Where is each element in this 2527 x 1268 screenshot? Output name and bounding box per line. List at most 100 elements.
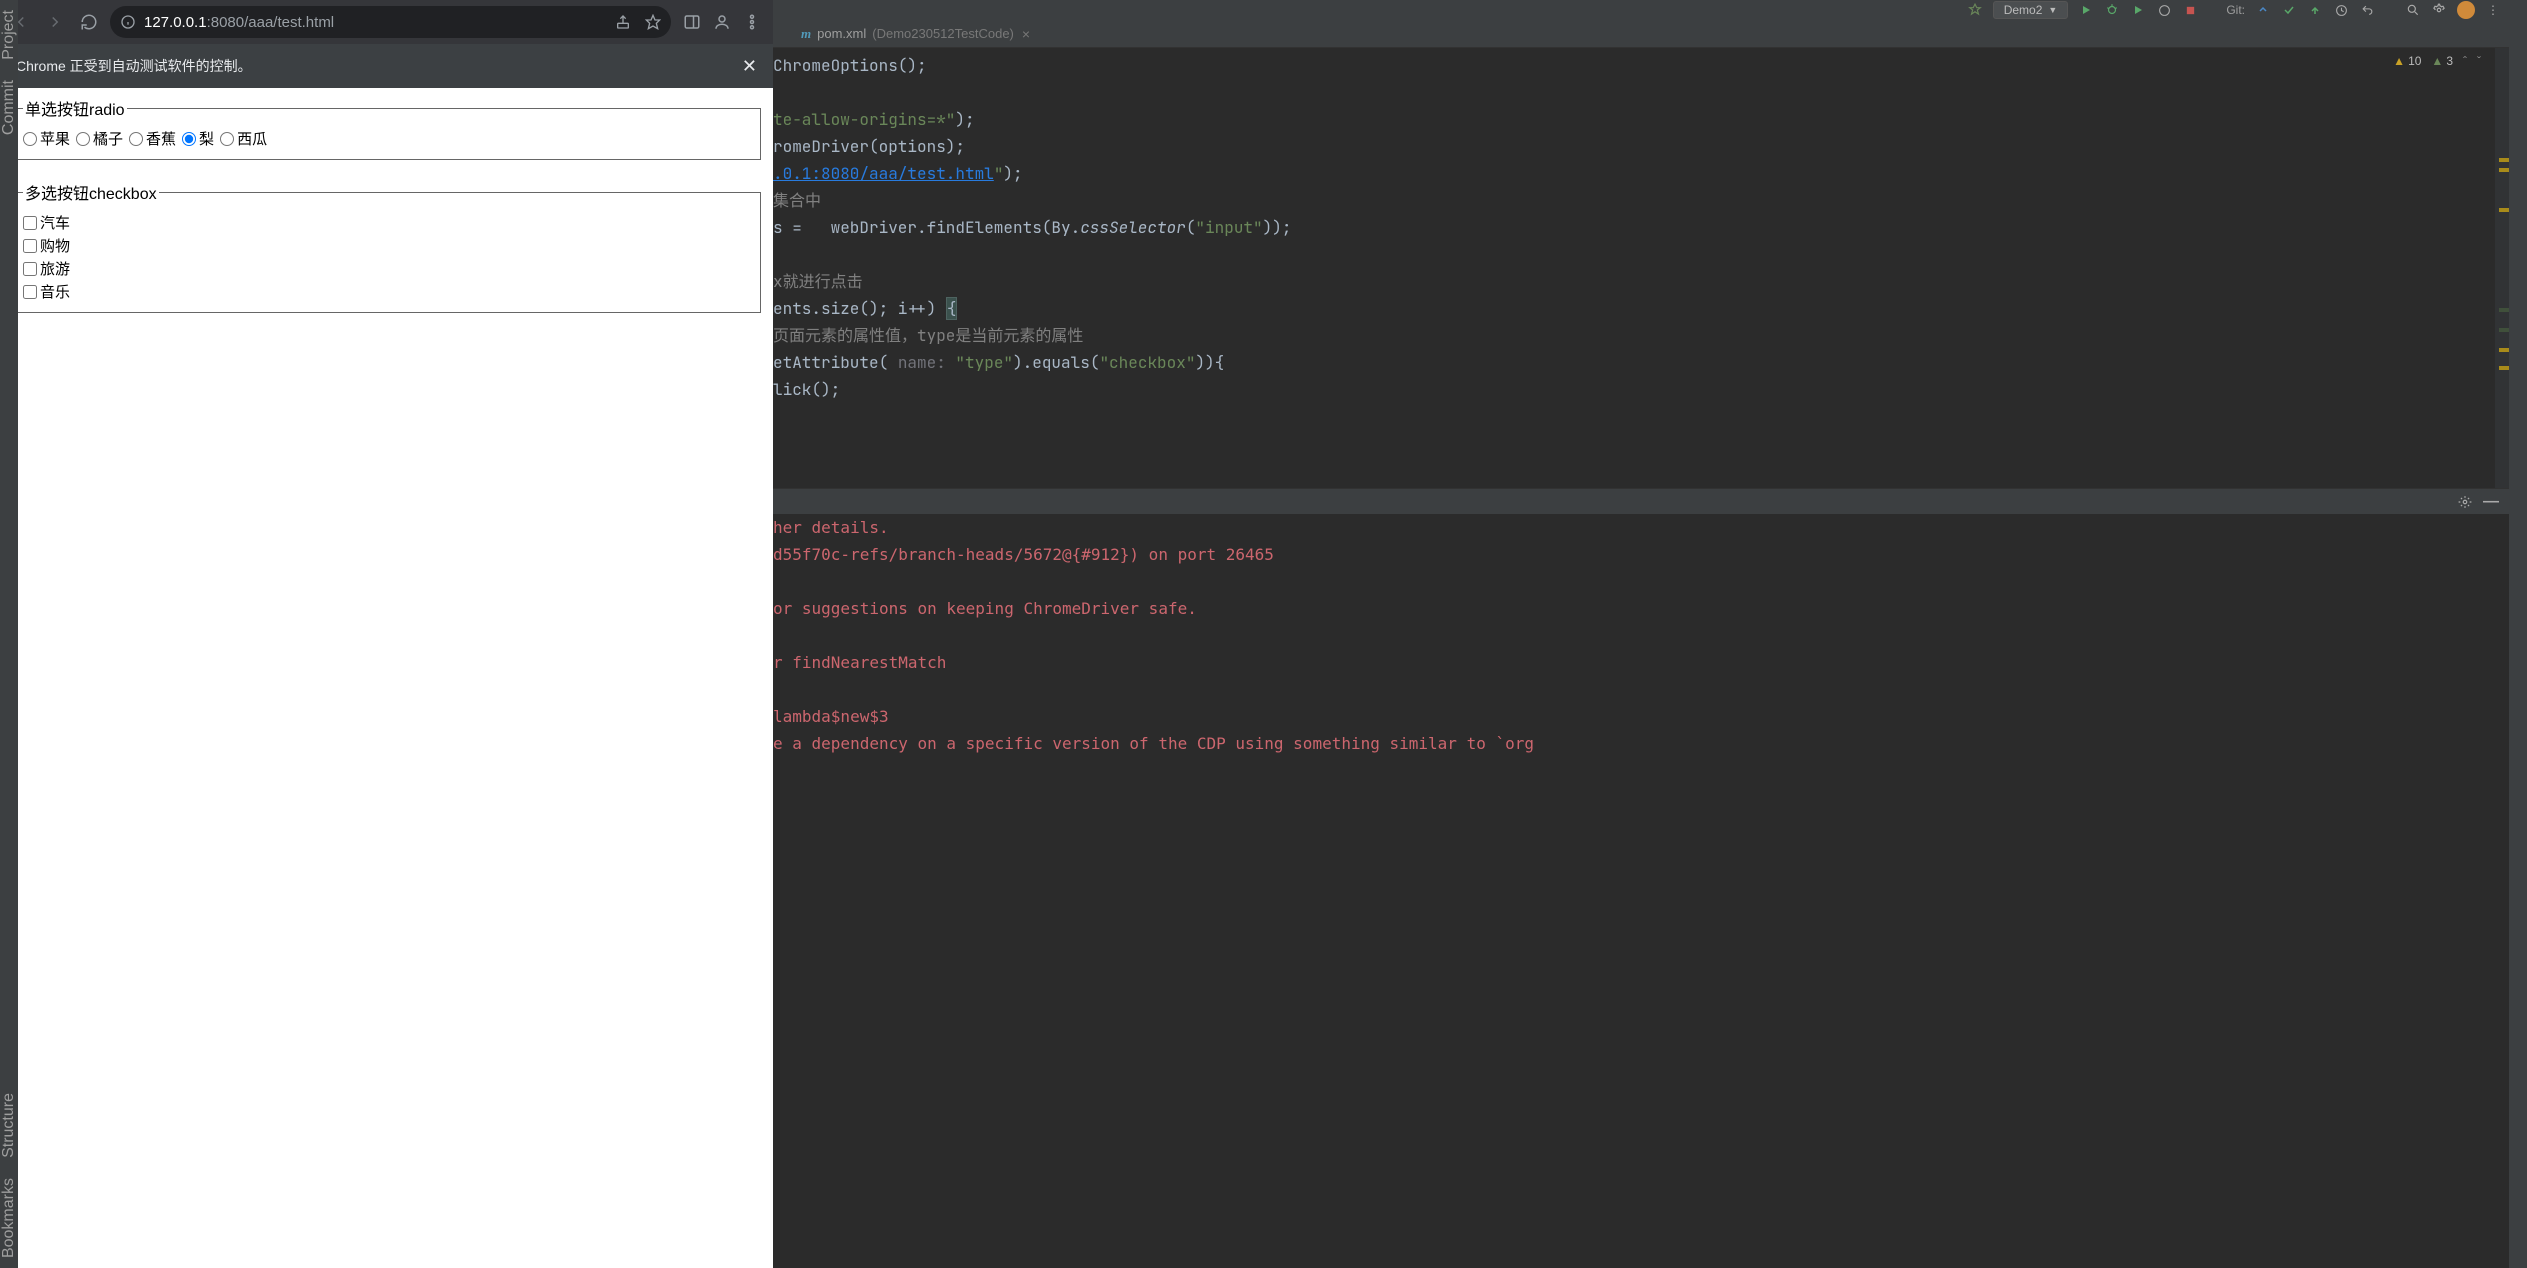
site-info-icon[interactable]: [120, 14, 136, 30]
prev-highlight-icon[interactable]: ˆ: [2463, 54, 2467, 68]
profile-icon[interactable]: [709, 9, 735, 35]
debug-icon[interactable]: [2104, 2, 2120, 18]
coverage-icon[interactable]: [2130, 2, 2146, 18]
reload-button[interactable]: [76, 9, 102, 35]
checkbox-input[interactable]: [23, 239, 37, 253]
checkbox-option[interactable]: 音乐: [23, 281, 750, 302]
inspection-widget[interactable]: 10 3 ˆ ˇ: [2393, 54, 2481, 68]
radio-input[interactable]: [182, 132, 196, 146]
radio-label: 西瓜: [237, 128, 267, 149]
weak-warning-count: 3: [2431, 54, 2453, 68]
console-line: e a dependency on a specific version of …: [773, 730, 2509, 757]
radio-label: 橘子: [93, 128, 123, 149]
code-line: 页面元素的属性值，type是当前元素的属性: [773, 322, 2509, 349]
sidebar-tab-bookmarks[interactable]: Bookmarks: [0, 1178, 18, 1258]
checkbox-option[interactable]: 购物: [23, 235, 750, 256]
radio-option[interactable]: 苹果: [23, 128, 70, 149]
build-icon[interactable]: [1967, 2, 1983, 18]
run-settings-icon[interactable]: [2457, 494, 2473, 510]
address-bar[interactable]: 127.0.0.1:8080/aaa/test.html: [110, 6, 671, 38]
sidebar-tab-commit[interactable]: Commit: [0, 80, 18, 135]
checkbox-option[interactable]: 旅游: [23, 258, 750, 279]
console-line: r findNearestMatch: [773, 649, 2509, 676]
console-line: d55f70c-refs/branch-heads/5672@{#912}) o…: [773, 541, 2509, 568]
console-line: her details.: [773, 514, 2509, 541]
code-line: 集合中: [773, 187, 2509, 214]
run-hide-icon[interactable]: —: [2483, 494, 2499, 510]
radio-label: 香蕉: [146, 128, 176, 149]
checkbox-label: 旅游: [40, 258, 70, 279]
radio-input[interactable]: [76, 132, 90, 146]
side-panel-icon[interactable]: [679, 9, 705, 35]
checkbox-legend: 多选按钮checkbox: [23, 180, 159, 204]
run-console[interactable]: her details.d55f70c-refs/branch-heads/56…: [773, 514, 2509, 1268]
git-push-icon[interactable]: [2307, 2, 2323, 18]
git-update-icon[interactable]: [2255, 2, 2271, 18]
code-line: .0.1:8080/aaa/test.html");: [773, 160, 2509, 187]
code-editor[interactable]: ChromeOptions(); te-allow-origins=*");ro…: [773, 48, 2509, 415]
checkbox-input[interactable]: [23, 216, 37, 230]
code-line: [773, 79, 2509, 106]
code-line: x就进行点击: [773, 268, 2509, 295]
menu-icon[interactable]: [739, 9, 765, 35]
run-config-name: Demo2: [2004, 3, 2043, 17]
run-icon[interactable]: [2078, 2, 2094, 18]
ide-left-tool-strip: Project Commit Structure Bookmarks: [0, 0, 18, 1268]
chevron-down-icon: ▼: [2048, 5, 2057, 15]
page-content: 单选按钮radio 苹果橘子香蕉梨西瓜 多选按钮checkbox 汽车购物旅游音…: [0, 88, 773, 1268]
checkbox-label: 汽车: [40, 212, 70, 233]
account-avatar[interactable]: [2457, 1, 2475, 19]
radio-row: 苹果 橘子 香蕉 梨 西瓜: [23, 128, 750, 149]
checkbox-input[interactable]: [23, 262, 37, 276]
checkbox-list: 汽车购物旅游音乐: [23, 212, 750, 302]
bookmark-icon[interactable]: [645, 14, 661, 30]
automation-infobar: Chrome 正受到自动测试软件的控制。 ✕: [0, 44, 773, 88]
ide-right-tool-strip: [2509, 0, 2527, 1268]
profile-run-icon[interactable]: [2156, 2, 2172, 18]
code-line: s = webDriver.findElements(By.cssSelecto…: [773, 214, 2509, 241]
checkbox-label: 音乐: [40, 281, 70, 302]
radio-option[interactable]: 橘子: [76, 128, 123, 149]
checkbox-input[interactable]: [23, 285, 37, 299]
code-line: [773, 241, 2509, 268]
editor-tab-pom[interactable]: m pom.xml (Demo230512TestCode) ×: [791, 20, 1040, 48]
settings-icon[interactable]: [2431, 2, 2447, 18]
editor-tabs: m pom.xml (Demo230512TestCode) ×: [773, 20, 2509, 48]
editor-area[interactable]: 10 3 ˆ ˇ ChromeOptions(); te-allow-origi…: [773, 48, 2509, 488]
stop-icon[interactable]: [2182, 2, 2198, 18]
run-config-selector[interactable]: Demo2 ▼: [1993, 1, 2069, 19]
tab-close-icon[interactable]: ×: [1022, 26, 1030, 42]
radio-option[interactable]: 香蕉: [129, 128, 176, 149]
ide-main: Demo2 ▼ Git: ⋮ m pom.xml (: [773, 0, 2509, 1268]
git-rollback-icon[interactable]: [2359, 2, 2375, 18]
radio-label: 苹果: [40, 128, 70, 149]
chrome-toolbar: 127.0.0.1:8080/aaa/test.html: [0, 0, 773, 44]
tab-filename: pom.xml: [817, 26, 866, 41]
radio-input[interactable]: [23, 132, 37, 146]
infobar-close-icon[interactable]: ✕: [742, 56, 757, 77]
infobar-text: Chrome 正受到自动测试软件的控制。: [16, 56, 252, 76]
code-line: ChromeOptions();: [773, 52, 2509, 79]
git-commit-icon[interactable]: [2281, 2, 2297, 18]
next-highlight-icon[interactable]: ˇ: [2477, 54, 2481, 68]
radio-input[interactable]: [220, 132, 234, 146]
radio-label: 梨: [199, 128, 214, 149]
run-tool-window-header: —: [773, 488, 2509, 514]
git-history-icon[interactable]: [2333, 2, 2349, 18]
radio-option[interactable]: 西瓜: [220, 128, 267, 149]
url-host: 127.0.0.1: [144, 14, 207, 31]
forward-button[interactable]: [42, 9, 68, 35]
checkbox-option[interactable]: 汽车: [23, 212, 750, 233]
radio-option[interactable]: 梨: [182, 128, 214, 149]
code-line: ents.size(); i++) {: [773, 295, 2509, 322]
share-icon[interactable]: [615, 14, 631, 30]
radio-input[interactable]: [129, 132, 143, 146]
editor-error-stripe[interactable]: [2495, 48, 2509, 488]
sidebar-tab-project[interactable]: Project: [0, 10, 18, 60]
checkbox-label: 购物: [40, 235, 70, 256]
ide-main-toolbar: Demo2 ▼ Git: ⋮: [773, 0, 2509, 20]
sidebar-tab-structure[interactable]: Structure: [0, 1093, 18, 1158]
ide-menu-icon[interactable]: ⋮: [2485, 2, 2501, 18]
search-everywhere-icon[interactable]: [2405, 2, 2421, 18]
tab-qualifier: (Demo230512TestCode): [872, 26, 1014, 41]
